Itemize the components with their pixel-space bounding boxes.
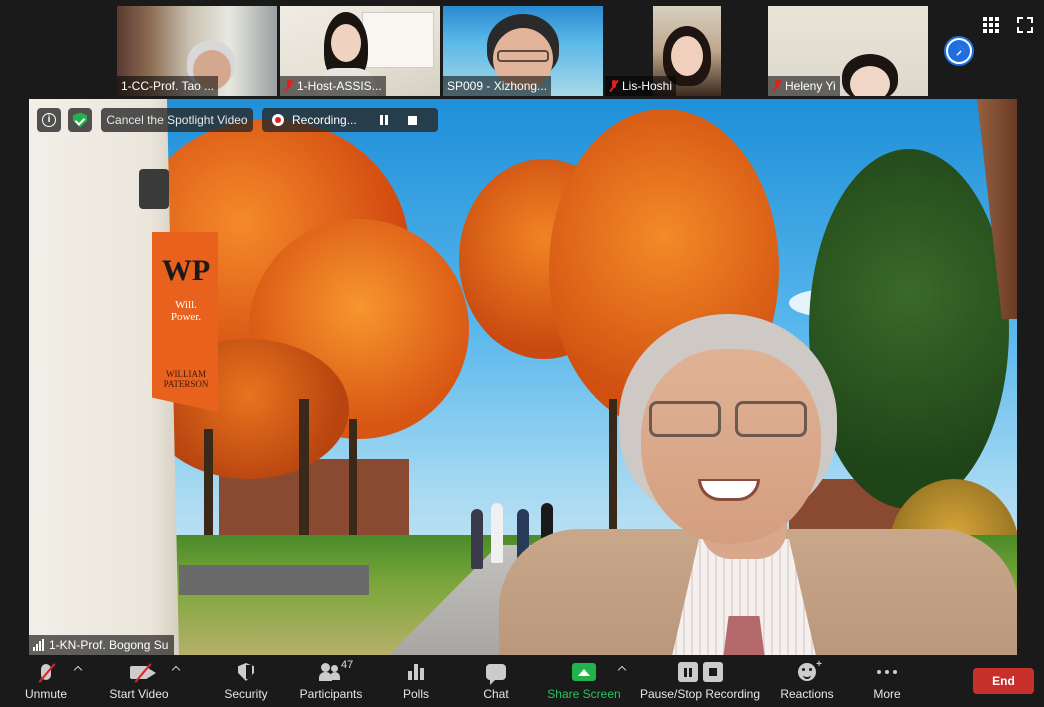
speaker-tie (722, 616, 766, 655)
spotlight-video: WP Will. Power. WILLIAM PATERSON i Cance… (29, 99, 1017, 655)
glasses (497, 50, 549, 62)
gallery-strip: 1-CC-Prof. Tao ... 1-Host-ASSIS... SP009… (0, 0, 1044, 98)
recording-indicator: Recording... (262, 108, 438, 132)
banner-tagline: Will. Power. (170, 299, 202, 323)
glasses (735, 401, 807, 437)
pause-icon (677, 662, 698, 682)
more-button[interactable]: More (868, 655, 906, 707)
polls-button[interactable]: Polls (398, 655, 434, 707)
signal-strength-icon (33, 639, 44, 651)
participant-tile[interactable]: 1-CC-Prof. Tao ... (117, 6, 277, 96)
share-screen-icon (572, 663, 596, 681)
participant-tile[interactable]: 1-Host-ASSIS... (280, 6, 440, 96)
more-dots-icon (877, 670, 897, 674)
participant-tile[interactable]: Lis-Hoshi (605, 6, 765, 96)
video-off-icon (130, 662, 156, 683)
participant-name: Lis-Hoshi (605, 76, 677, 96)
muted-mic-icon (284, 80, 294, 92)
chat-bubble-icon (486, 664, 506, 685)
fullscreen-icon[interactable] (1017, 17, 1033, 33)
record-icon (272, 114, 284, 126)
emoji-smile-icon: + (798, 659, 822, 681)
pause-stop-recording-button[interactable]: Pause/Stop Recording (638, 655, 762, 707)
reactions-button[interactable]: + Reactions (778, 655, 836, 707)
participant-name: SP009 - Xizhong... (443, 76, 552, 96)
pause-recording-icon[interactable] (380, 115, 390, 125)
microphone-muted-icon (38, 663, 56, 683)
muted-mic-icon (772, 80, 782, 92)
participants-button[interactable]: 47 Participants (296, 655, 366, 707)
stop-icon (702, 662, 723, 682)
next-page-button[interactable] (944, 36, 974, 66)
meeting-info-icon[interactable]: i (37, 108, 61, 132)
muted-mic-icon (609, 80, 619, 92)
security-shield-icon (238, 663, 254, 681)
lamp (139, 169, 169, 209)
unmute-button[interactable]: Unmute (18, 655, 74, 707)
encryption-shield-icon[interactable] (68, 108, 92, 132)
end-meeting-button[interactable]: End (973, 668, 1034, 694)
grid-icon[interactable] (983, 17, 999, 33)
participant-name: Heleny Yi (768, 76, 840, 96)
participant-name: 1-Host-ASSIS... (280, 76, 386, 96)
participants-icon: 47 (319, 659, 353, 681)
poster (362, 12, 434, 68)
banner-logo: WP (161, 254, 211, 287)
participants-count: 47 (341, 659, 354, 671)
audio-options-chevron-icon[interactable] (73, 665, 83, 675)
chat-button[interactable]: Chat (478, 655, 514, 707)
glasses (649, 401, 721, 437)
speaker-name-label: 1-KN-Prof. Bogong Su (29, 635, 175, 655)
banner-university: WILLIAM PATERSON (163, 369, 209, 389)
tree (809, 149, 1009, 509)
cancel-spotlight-button[interactable]: Cancel the Spotlight Video (101, 108, 253, 132)
participant-tile[interactable]: Heleny Yi (768, 6, 928, 96)
polls-icon (408, 664, 424, 680)
stone-wall (179, 565, 369, 595)
stop-recording-icon[interactable] (408, 115, 417, 125)
share-screen-button[interactable]: Share Screen (546, 655, 622, 707)
security-button[interactable]: Security (220, 655, 272, 707)
participant-tile[interactable]: SP009 - Xizhong... (443, 6, 603, 96)
speaker-face (641, 349, 821, 544)
meeting-toolbar: Unmute Start Video Security 47 Participa… (0, 655, 1044, 707)
participant-name: 1-CC-Prof. Tao ... (117, 76, 219, 96)
start-video-button[interactable]: Start Video (104, 655, 174, 707)
